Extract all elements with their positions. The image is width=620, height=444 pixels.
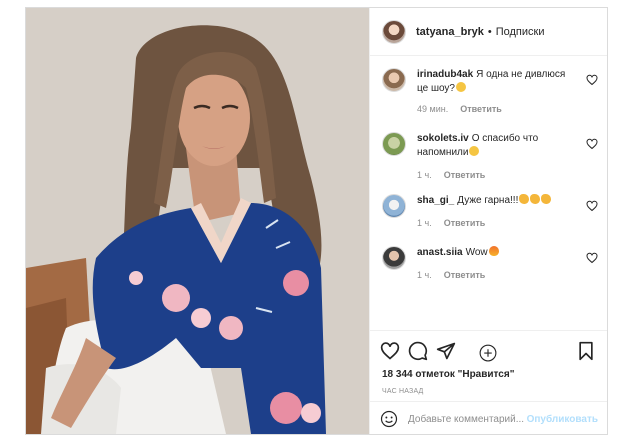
comment-meta: 1 ч. Ответить bbox=[417, 270, 485, 280]
commenter-username[interactable]: anast.siia bbox=[417, 247, 463, 258]
action-icons bbox=[380, 341, 596, 363]
reply-button[interactable]: Ответить bbox=[444, 270, 486, 280]
header-separator: • bbox=[487, 25, 492, 38]
post-side-panel: tatyana_bryk • Подписки irinadub4ak Я одн… bbox=[369, 8, 607, 434]
portrait-illustration bbox=[26, 8, 369, 434]
commenter-avatar[interactable] bbox=[382, 68, 406, 92]
clapping-hands-emoji-icon bbox=[541, 194, 552, 204]
clapping-hands-emoji-icon bbox=[530, 194, 541, 204]
post-photo[interactable] bbox=[26, 8, 369, 434]
commenter-username[interactable]: sha_gi_ bbox=[417, 195, 454, 206]
commenter-avatar[interactable] bbox=[382, 194, 406, 218]
reply-button[interactable]: Ответить bbox=[444, 170, 486, 180]
comment-heart-icon[interactable] bbox=[586, 74, 598, 86]
clapping-hands-emoji-icon bbox=[519, 194, 530, 204]
post-time[interactable]: час назад bbox=[382, 388, 424, 395]
laughing-emoji-icon bbox=[469, 146, 480, 156]
add-comment-bar: Опубликовать bbox=[370, 401, 607, 434]
comment-input[interactable] bbox=[408, 413, 527, 425]
grinning-emoji-icon bbox=[456, 82, 466, 92]
reply-button[interactable]: Ответить bbox=[444, 218, 486, 228]
comment-text-block: anast.siia Wow bbox=[417, 246, 576, 260]
comment-heart-icon[interactable] bbox=[586, 138, 598, 150]
comment-meta: 49 мин. Ответить bbox=[417, 104, 502, 114]
comment-meta: 1 ч. Ответить bbox=[417, 218, 485, 228]
comment-text-block: irinadub4ak Я одна не дивлюся це шоу? bbox=[417, 68, 576, 96]
comment-text-block: sha_gi_ Дуже гарна!!! bbox=[417, 194, 576, 208]
reply-button[interactable]: Ответить bbox=[460, 104, 502, 114]
comment-age[interactable]: 1 ч. bbox=[417, 218, 432, 228]
comment-text: Дуже гарна!!! bbox=[457, 195, 519, 206]
post-comment-button[interactable]: Опубликовать bbox=[527, 414, 598, 425]
likes-count[interactable]: 18 344 отметок "Нравится" bbox=[382, 369, 514, 380]
author-username[interactable]: tatyana_bryk bbox=[416, 26, 484, 38]
commenter-avatar[interactable] bbox=[382, 132, 406, 156]
comment-heart-icon[interactable] bbox=[586, 252, 598, 264]
commenter-username[interactable]: sokolets.iv bbox=[417, 133, 469, 144]
smiley-icon[interactable] bbox=[380, 410, 398, 428]
comment-age[interactable]: 1 ч. bbox=[417, 270, 432, 280]
author-avatar[interactable] bbox=[382, 19, 406, 44]
bookmark-icon[interactable] bbox=[576, 341, 596, 361]
fire-emoji-icon bbox=[488, 246, 499, 256]
comment-age[interactable]: 1 ч. bbox=[417, 170, 432, 180]
commenter-avatar[interactable] bbox=[382, 246, 406, 270]
post-header: tatyana_bryk • Подписки bbox=[370, 8, 607, 56]
comment-heart-icon[interactable] bbox=[586, 200, 598, 212]
following-button[interactable]: Подписки bbox=[496, 26, 545, 38]
share-icon[interactable] bbox=[436, 341, 456, 361]
comment-icon[interactable] bbox=[408, 341, 428, 361]
comment-age[interactable]: 49 мин. bbox=[417, 104, 448, 114]
commenter-username[interactable]: irinadub4ak bbox=[417, 69, 473, 80]
heart-icon[interactable] bbox=[380, 341, 400, 361]
comment-text-block: sokolets.iv О спасибо что напомнили bbox=[417, 132, 576, 160]
post-actions: 18 344 отметок "Нравится" час назад Опуб… bbox=[370, 330, 607, 434]
post-modal: tatyana_bryk • Подписки irinadub4ak Я одн… bbox=[25, 7, 608, 435]
comment-text: Wow bbox=[465, 247, 488, 258]
comment-meta: 1 ч. Ответить bbox=[417, 170, 485, 180]
